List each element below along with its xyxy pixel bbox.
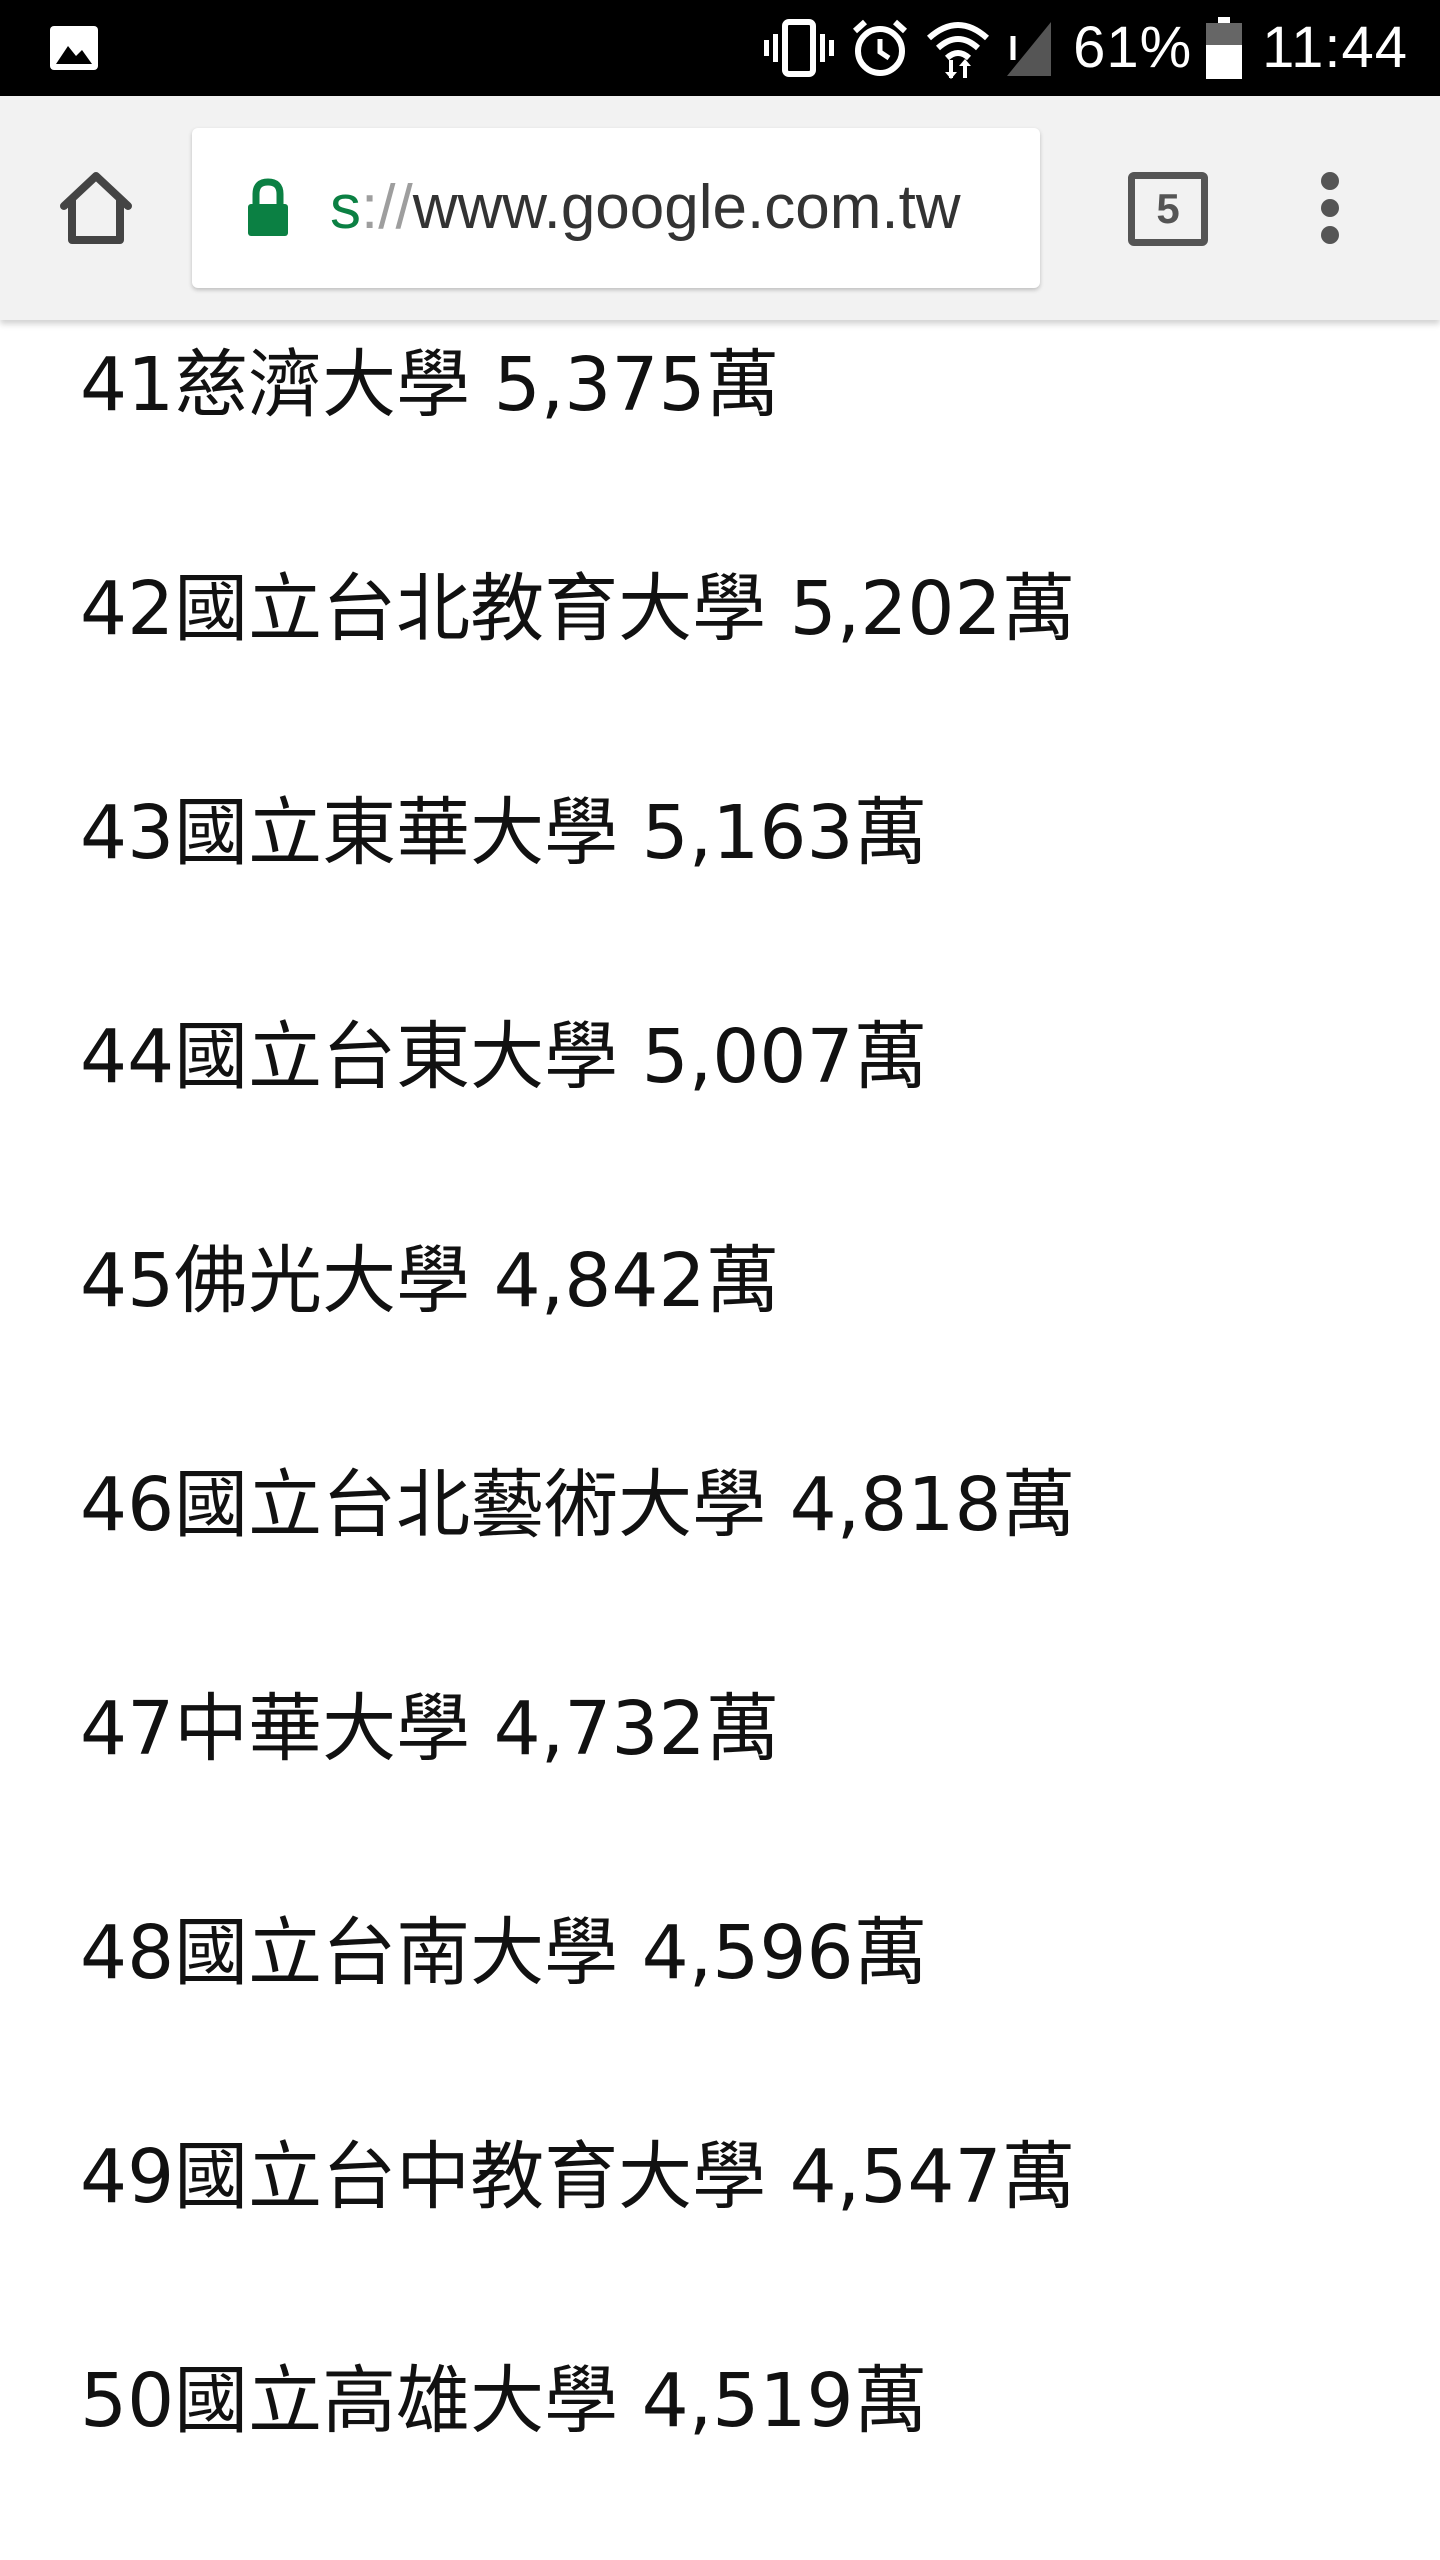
battery-icon xyxy=(1206,17,1243,79)
tab-switcher-button[interactable]: 5 xyxy=(1128,172,1208,246)
list-item: 45佛光大學 4,842萬 xyxy=(80,1238,780,1324)
list-item: 49國立台中教育大學 4,547萬 xyxy=(80,2134,1076,2220)
status-bar: 61% 11:44 xyxy=(0,0,1440,96)
menu-dot-icon xyxy=(1321,226,1339,244)
list-item: 42國立台北教育大學 5,202萬 xyxy=(80,566,1076,652)
alarm-icon xyxy=(853,19,908,76)
url-scheme: s xyxy=(330,173,361,242)
tab-count: 5 xyxy=(1156,185,1180,232)
menu-dot-icon xyxy=(1321,199,1339,217)
list-item: 43國立東華大學 5,163萬 xyxy=(80,790,928,876)
list-item: 48國立台南大學 4,596萬 xyxy=(80,1910,928,1996)
url-text[interactable]: s://www.google.com.tw xyxy=(330,128,961,288)
url-bar[interactable]: s://www.google.com.tw xyxy=(192,128,1040,288)
url-host: www.google.com.tw xyxy=(412,173,961,242)
page-content[interactable]: 41慈濟大學 5,375萬 42國立台北教育大學 5,202萬 43國立東華大學… xyxy=(0,320,1440,2560)
menu-dot-icon xyxy=(1321,172,1339,190)
image-notification-icon xyxy=(50,26,98,70)
status-icons: 61% 11:44 xyxy=(763,0,1408,96)
lock-icon xyxy=(248,178,288,236)
home-icon xyxy=(60,172,132,244)
browser-toolbar: s://www.google.com.tw 5 xyxy=(0,96,1440,320)
battery-percent: 61% xyxy=(1073,15,1193,80)
list-item: 41慈濟大學 5,375萬 xyxy=(80,342,780,428)
wifi-icon xyxy=(927,22,990,79)
url-separator: :// xyxy=(361,173,413,242)
clock-time: 11:44 xyxy=(1262,15,1408,80)
list-item: 46國立台北藝術大學 4,818萬 xyxy=(80,1462,1076,1548)
overflow-menu-button[interactable] xyxy=(1300,162,1360,254)
home-button[interactable] xyxy=(50,162,142,254)
list-item: 50國立高雄大學 4,519萬 xyxy=(80,2358,928,2444)
list-item: 47中華大學 4,732萬 xyxy=(80,1686,780,1772)
signal-icon xyxy=(1007,22,1052,76)
vibrate-icon xyxy=(764,19,835,77)
list-item: 44國立台東大學 5,007萬 xyxy=(80,1014,928,1100)
